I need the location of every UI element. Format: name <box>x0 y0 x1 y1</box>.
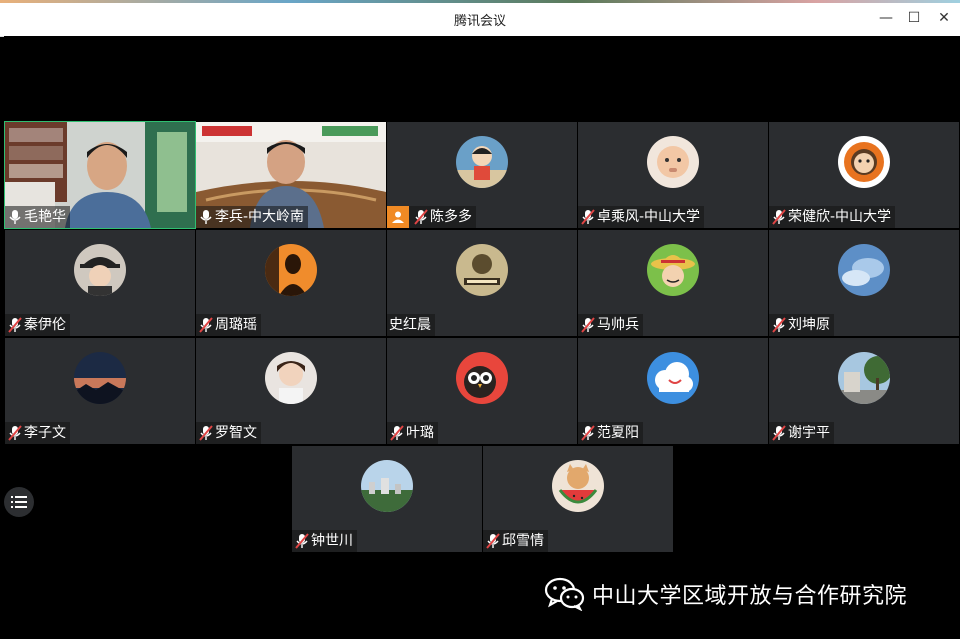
avatar-cat-watermelon <box>552 460 604 512</box>
participant-namebar: 史红晨 <box>387 314 435 336</box>
participant-tile[interactable]: 李兵-中大岭南 <box>196 122 386 228</box>
minimize-icon: — <box>879 10 893 26</box>
microphone-muted-icon <box>8 317 22 333</box>
participant-tile[interactable]: 刘坤原 <box>769 230 959 336</box>
participant-name: 李子文 <box>24 425 66 441</box>
participant-namebar: 李子文 <box>5 422 70 444</box>
participant-tile[interactable]: 史红晨 <box>387 230 577 336</box>
avatar-blue-sky <box>838 244 890 296</box>
participant-name: 叶璐 <box>406 425 434 441</box>
participant-namebar: 秦伊伦 <box>5 314 70 336</box>
participant-namebar: 马帅兵 <box>578 314 643 336</box>
participant-name: 钟世川 <box>311 533 353 549</box>
participant-tile[interactable]: 秦伊伦 <box>5 230 195 336</box>
participant-name: 罗智文 <box>215 425 257 441</box>
microphone-muted-icon <box>390 425 404 441</box>
avatar-cloud-face <box>647 352 699 404</box>
participant-name: 卓乘风-中山大学 <box>597 209 701 225</box>
participant-namebar: 陈多多 <box>387 206 476 228</box>
avatar-city-view <box>361 460 413 512</box>
participant-name: 毛艳华 <box>24 209 66 225</box>
microphone-muted-icon <box>199 425 213 441</box>
participant-namebar: 刘坤原 <box>769 314 834 336</box>
participant-tile[interactable]: 荣健欣-中山大学 <box>769 122 959 228</box>
avatar-baby <box>647 136 699 188</box>
participant-name: 范夏阳 <box>597 425 639 441</box>
participant-namebar: 卓乘风-中山大学 <box>578 206 705 228</box>
host-badge <box>387 206 409 228</box>
participant-namebar: 李兵-中大岭南 <box>196 206 309 228</box>
microphone-muted-icon <box>772 317 786 333</box>
participant-name: 马帅兵 <box>597 317 639 333</box>
close-button[interactable]: ✕ <box>934 8 954 28</box>
participant-name: 邱雪情 <box>502 533 544 549</box>
participant-name: 荣健欣-中山大学 <box>788 209 892 225</box>
avatar-sunset <box>74 352 126 404</box>
microphone-icon <box>9 210 21 224</box>
microphone-muted-icon <box>772 425 786 441</box>
microphone-muted-icon <box>295 533 309 549</box>
microphone-muted-icon <box>414 209 428 225</box>
microphone-muted-icon <box>199 317 213 333</box>
window-title: 腾讯会议 <box>453 14 506 29</box>
avatar-cartoon-owl <box>456 352 508 404</box>
microphone-muted-icon <box>8 425 22 441</box>
participant-tile[interactable]: 周璐瑶 <box>196 230 386 336</box>
microphone-muted-icon <box>486 533 500 549</box>
participant-tile[interactable]: 罗智文 <box>196 338 386 444</box>
avatar-text-icon <box>456 244 508 296</box>
avatar-cartoon-child <box>456 136 508 188</box>
participant-name: 史红晨 <box>389 317 431 333</box>
participant-namebar: 邱雪情 <box>483 530 548 552</box>
watermark-text: 中山大学区域开放与合作研究院 <box>592 584 908 609</box>
microphone-muted-icon <box>772 209 786 225</box>
wechat-watermark: 中山大学区域开放与合作研究院 <box>544 577 907 611</box>
participant-namebar: 罗智文 <box>196 422 261 444</box>
microphone-muted-icon <box>581 317 595 333</box>
avatar-straw-hat-cartoon <box>647 244 699 296</box>
participant-namebar: 范夏阳 <box>578 422 643 444</box>
participant-tile[interactable]: 钟世川 <box>292 446 482 552</box>
maximize-icon: ☐ <box>907 10 921 26</box>
participant-tile[interactable]: 邱雪情 <box>483 446 673 552</box>
participant-namebar: 荣健欣-中山大学 <box>769 206 896 228</box>
avatar-cartoon-orange-hood <box>838 136 890 188</box>
participant-namebar: 谢宇平 <box>769 422 834 444</box>
maximize-button[interactable]: ☐ <box>904 8 924 28</box>
participant-name: 李兵-中大岭南 <box>215 209 305 225</box>
minimize-button[interactable]: — <box>876 8 896 28</box>
wechat-icon <box>544 577 585 611</box>
participant-tile[interactable]: 李子文 <box>5 338 195 444</box>
avatar-girl-hat <box>74 244 126 296</box>
microphone-icon <box>200 210 212 224</box>
participant-name: 秦伊伦 <box>24 317 66 333</box>
participant-name: 陈多多 <box>430 209 472 225</box>
participant-name: 刘坤原 <box>788 317 830 333</box>
participant-namebar: 毛艳华 <box>5 206 70 228</box>
participant-tile[interactable]: 毛艳华 <box>4 121 196 229</box>
participant-name: 周璐瑶 <box>215 317 257 333</box>
member-list-button[interactable] <box>4 487 34 517</box>
window-titlebar: 腾讯会议 — ☐ ✕ <box>0 0 960 37</box>
participant-tile[interactable]: 叶璐 <box>387 338 577 444</box>
participant-tile[interactable]: 卓乘风-中山大学 <box>578 122 768 228</box>
participant-namebar: 钟世川 <box>292 530 357 552</box>
microphone-muted-icon <box>581 425 595 441</box>
avatar-street-trees <box>838 352 890 404</box>
participant-name: 谢宇平 <box>788 425 830 441</box>
microphone-muted-icon <box>581 209 595 225</box>
user-icon <box>392 211 404 223</box>
participant-tile[interactable]: 谢宇平 <box>769 338 959 444</box>
avatar-silhouette-warm <box>265 244 317 296</box>
avatar-girl-smile <box>265 352 317 404</box>
video-gallery: 毛艳华 李兵-中大岭南 陈多多 卓乘风-中山大学 荣健欣-中山大学 秦伊伦 周璐… <box>4 36 960 639</box>
participant-tile[interactable]: 范夏阳 <box>578 338 768 444</box>
participant-tile[interactable]: 马帅兵 <box>578 230 768 336</box>
participant-namebar: 叶璐 <box>387 422 438 444</box>
participant-tile[interactable]: 陈多多 <box>387 122 577 228</box>
titlebar-decoration <box>0 0 960 3</box>
list-icon <box>11 496 27 508</box>
close-icon: ✕ <box>938 10 950 26</box>
participant-namebar: 周璐瑶 <box>196 314 261 336</box>
